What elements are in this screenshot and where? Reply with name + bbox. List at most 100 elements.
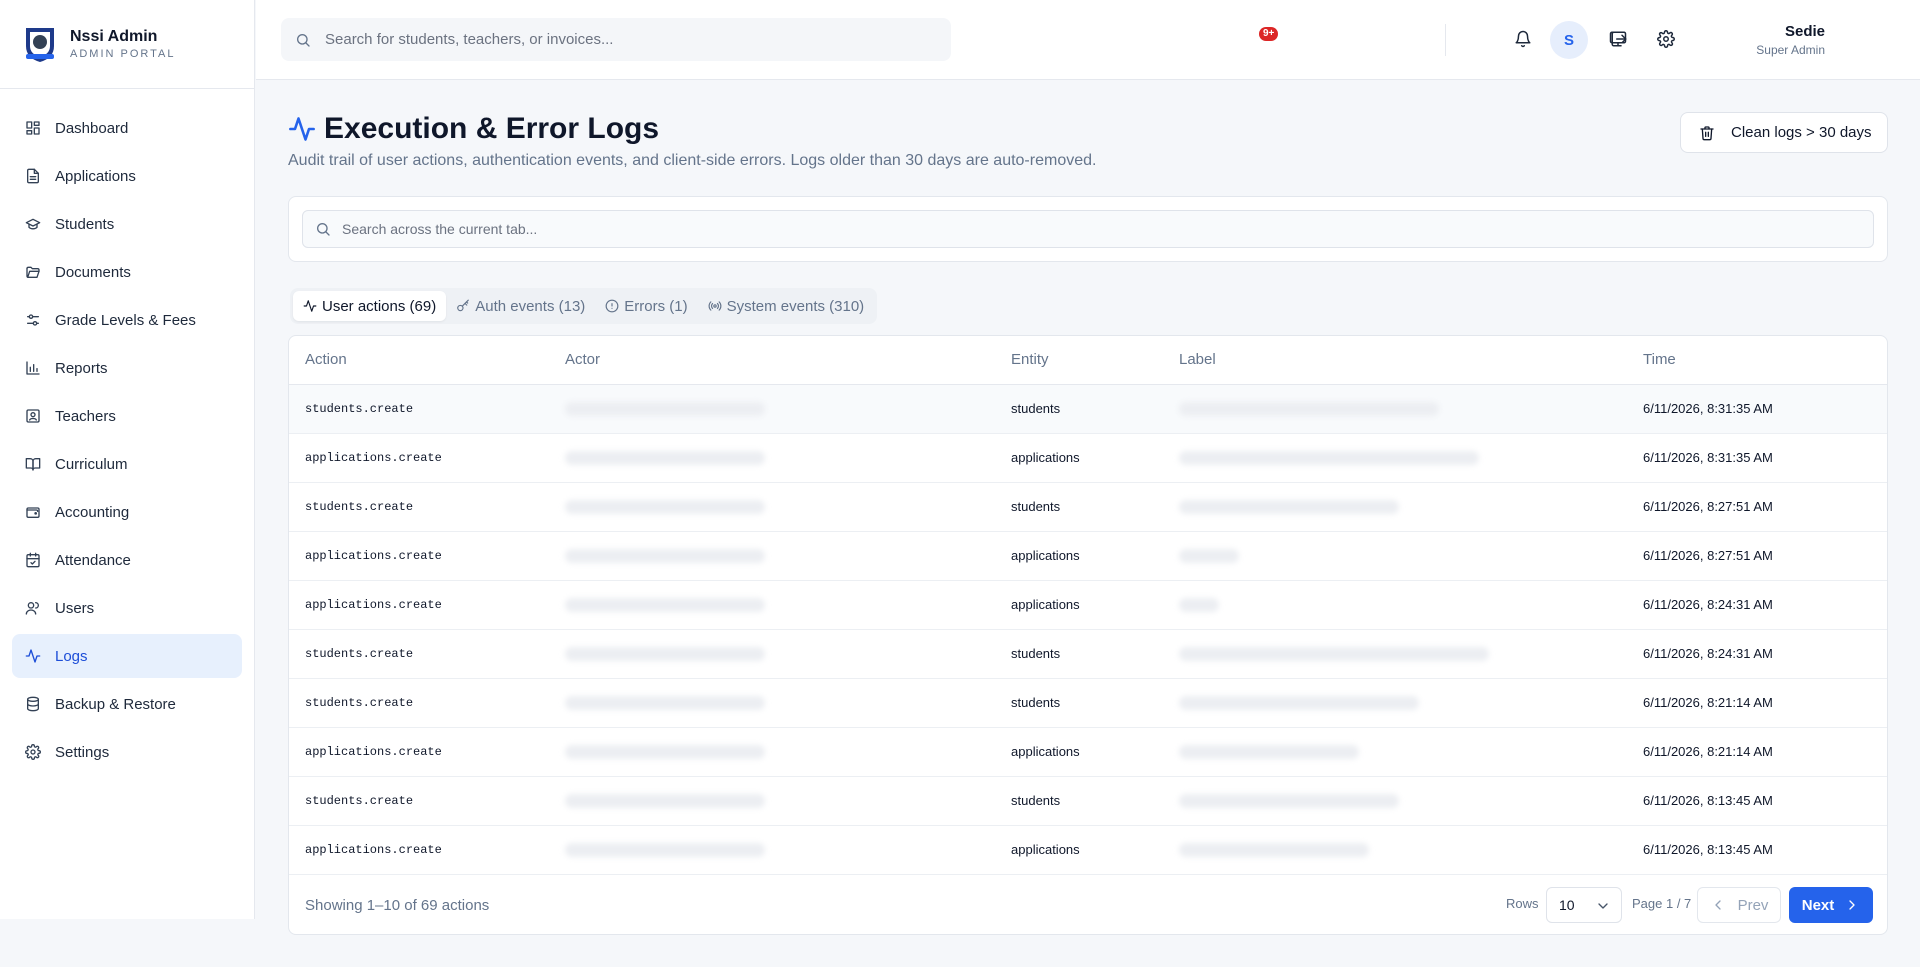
tab-system-events[interactable]: System events (310) (698, 291, 875, 321)
table-row[interactable]: students.create students 6/11/2026, 8:27… (289, 482, 1887, 532)
clean-logs-label: Clean logs > 30 days (1731, 124, 1872, 141)
activity-icon (25, 648, 41, 664)
clean-logs-button[interactable]: Clean logs > 30 days (1680, 112, 1888, 153)
tab-search-card (288, 196, 1888, 262)
actor-cell-redacted (549, 580, 995, 630)
notification-badge: 9+ (1259, 27, 1279, 41)
table-row[interactable]: applications.create applications 6/11/20… (289, 580, 1887, 630)
actor-cell-redacted (549, 531, 995, 581)
file-text-icon (25, 168, 41, 184)
sidebar-item-label: Grade Levels & Fees (55, 311, 196, 329)
label-cell-redacted (1163, 776, 1627, 826)
topbar-divider (1445, 24, 1446, 56)
global-search[interactable] (281, 18, 951, 61)
sidebar: Nssi Admin ADMIN PORTAL Dashboard Applic… (0, 0, 255, 919)
entity-cell: applications (995, 727, 1163, 777)
actor-cell-redacted (549, 776, 995, 826)
time-cell: 6/11/2026, 8:24:31 AM (1627, 629, 1887, 679)
action-cell: applications.create (289, 531, 549, 581)
time-cell: 6/11/2026, 8:13:45 AM (1627, 776, 1887, 826)
time-cell: 6/11/2026, 8:24:31 AM (1627, 580, 1887, 630)
actor-cell-redacted (549, 629, 995, 679)
sidebar-item-label: Curriculum (55, 455, 128, 473)
gear-icon (25, 744, 41, 760)
calendar-check-icon (25, 552, 41, 568)
chevron-right-icon (1844, 897, 1860, 913)
sidebar-nav: Dashboard Applications Students Document… (0, 89, 254, 774)
sidebar-item-backup-restore[interactable]: Backup & Restore (12, 682, 242, 726)
actor-cell-redacted (549, 433, 995, 483)
school-crest-logo (22, 24, 58, 64)
brand: Nssi Admin ADMIN PORTAL (0, 0, 254, 89)
wallet-icon (25, 504, 41, 520)
table-row[interactable]: applications.create applications 6/11/20… (289, 727, 1887, 777)
sidebar-item-grade-levels-fees[interactable]: Grade Levels & Fees (12, 298, 242, 342)
sidebar-item-dashboard[interactable]: Dashboard (12, 106, 242, 150)
actor-cell-redacted (549, 825, 995, 875)
tab-user-actions[interactable]: User actions (69) (293, 291, 447, 321)
logs-table-card: Action Actor Entity Label Time students.… (288, 335, 1888, 935)
avatar[interactable]: S (1550, 21, 1588, 59)
sidebar-item-accounting[interactable]: Accounting (12, 490, 242, 534)
folder-open-icon (25, 264, 41, 280)
bell-icon[interactable] (1514, 30, 1534, 50)
user-role: Super Admin (1756, 43, 1825, 57)
entity-cell: applications (995, 580, 1163, 630)
logout-icon[interactable] (1610, 30, 1630, 50)
tab-errors[interactable]: Errors (1) (595, 291, 697, 321)
search-icon (315, 221, 331, 237)
prev-button[interactable]: Prev (1697, 887, 1781, 923)
activity-icon (288, 115, 316, 143)
action-cell: applications.create (289, 433, 549, 483)
action-cell: students.create (289, 629, 549, 679)
time-cell: 6/11/2026, 8:21:14 AM (1627, 727, 1887, 777)
tab-search-input[interactable] (342, 221, 1742, 237)
actor-cell-redacted (549, 727, 995, 777)
settings-icon[interactable] (1657, 30, 1677, 50)
global-search-input[interactable] (325, 31, 925, 48)
user-name: Sedie (1784, 23, 1825, 40)
trash-icon (1699, 125, 1715, 141)
sidebar-item-label: Documents (55, 263, 131, 281)
next-button[interactable]: Next (1789, 887, 1873, 923)
sidebar-item-applications[interactable]: Applications (12, 154, 242, 198)
table-row[interactable]: applications.create applications 6/11/20… (289, 825, 1887, 875)
tab-label: User actions (69) (322, 297, 437, 315)
action-cell: students.create (289, 776, 549, 826)
table-row[interactable]: students.create students 6/11/2026, 8:31… (289, 384, 1887, 434)
column-header-label: Label (1163, 336, 1627, 385)
tab-search[interactable] (302, 210, 1874, 248)
sidebar-item-users[interactable]: Users (12, 586, 242, 630)
sidebar-item-reports[interactable]: Reports (12, 346, 242, 390)
sidebar-item-logs[interactable]: Logs (12, 634, 242, 678)
entity-cell: students (995, 629, 1163, 679)
entity-cell: applications (995, 531, 1163, 581)
rows-label: Rows (1506, 896, 1539, 911)
sidebar-item-documents[interactable]: Documents (12, 250, 242, 294)
sidebar-item-attendance[interactable]: Attendance (12, 538, 242, 582)
sidebar-item-settings[interactable]: Settings (12, 730, 242, 774)
tab-auth-events[interactable]: Auth events (13) (446, 291, 595, 321)
action-cell: applications.create (289, 825, 549, 875)
table-row[interactable]: students.create students 6/11/2026, 8:21… (289, 678, 1887, 728)
sidebar-item-label: Logs (55, 647, 88, 665)
sidebar-item-students[interactable]: Students (12, 202, 242, 246)
entity-cell: students (995, 384, 1163, 434)
table-header-row: Action Actor Entity Label Time (289, 336, 1887, 385)
table-row[interactable]: students.create students 6/11/2026, 8:24… (289, 629, 1887, 679)
action-cell: students.create (289, 678, 549, 728)
label-cell-redacted (1163, 482, 1627, 532)
actor-cell-redacted (549, 384, 995, 434)
rows-per-page-select[interactable]: 10 (1546, 887, 1622, 923)
sidebar-item-teachers[interactable]: Teachers (12, 394, 242, 438)
sidebar-item-curriculum[interactable]: Curriculum (12, 442, 242, 486)
sliders-icon (25, 312, 41, 328)
table-row[interactable]: applications.create applications 6/11/20… (289, 531, 1887, 581)
grid-icon (25, 120, 41, 136)
sidebar-item-label: Settings (55, 743, 110, 761)
page-subtitle: Audit trail of user actions, authenticat… (288, 152, 1097, 169)
brand-subtitle: ADMIN PORTAL (70, 48, 176, 60)
showing-count: Showing 1–10 of 69 actions (305, 896, 490, 914)
table-row[interactable]: students.create students 6/11/2026, 8:13… (289, 776, 1887, 826)
table-row[interactable]: applications.create applications 6/11/20… (289, 433, 1887, 483)
